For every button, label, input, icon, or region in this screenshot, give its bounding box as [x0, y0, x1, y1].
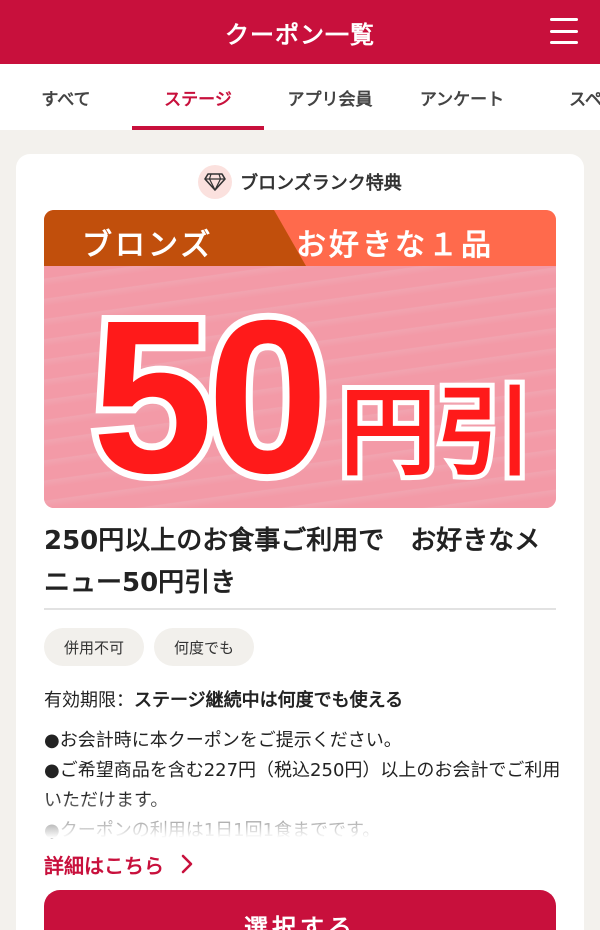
tag-unlimited: 何度でも [154, 628, 255, 666]
coupon-title: 250円以上のお食事ご利用で お好きなメニュー50円引き [44, 526, 541, 598]
validity-label: 有効期限： [44, 690, 134, 711]
page-title: クーポン一覧 [225, 20, 375, 49]
discount-graphic: 50 円引 [85, 269, 537, 508]
note-item: ●お会計時に本クーポンをご提示ください。 [44, 730, 402, 751]
details-link[interactable]: 詳細はこちら [44, 850, 164, 879]
validity-period: 有効期限：ステージ継続中は何度でも使える [44, 686, 403, 712]
tab-stage[interactable]: ステージ [132, 64, 264, 130]
rank-badge: ブロンズランク特典 [16, 164, 584, 200]
tab-special[interactable]: スペシ [528, 64, 600, 130]
discount-suffix: 円引 [340, 377, 532, 489]
diamond-icon [198, 165, 233, 199]
tab-app-member[interactable]: アプリ会員 [264, 64, 396, 130]
divider [44, 608, 556, 610]
discount-amount: 50 [92, 276, 322, 508]
notes-fade [16, 794, 584, 838]
tab-survey[interactable]: アンケート [396, 64, 528, 130]
coupon-card: ブロンズランク特典 ブロンズ お好きな１品 50 円引 250円以上のお食事ご利… [16, 154, 584, 930]
coupon-tags: 併用不可 何度でも [44, 628, 255, 666]
banner-subtitle: お好きな１品 [296, 228, 494, 263]
tag-no-combine: 併用不可 [44, 628, 145, 666]
validity-value: ステージ継続中は何度でも使える [134, 690, 404, 711]
app-header: クーポン一覧 [0, 0, 600, 64]
tab-all[interactable]: すべて [0, 64, 132, 130]
rank-label: ブロンズランク特典 [240, 173, 402, 194]
chevron-right-icon[interactable] [180, 854, 194, 874]
category-tabs: すべて ステージ アプリ会員 アンケート スペシ [0, 64, 600, 130]
hamburger-menu-icon[interactable] [550, 18, 578, 44]
coupon-banner: ブロンズ お好きな１品 50 円引 [44, 210, 556, 508]
select-button[interactable]: 選択する [44, 890, 556, 930]
banner-tag-text: ブロンズ [82, 228, 214, 263]
